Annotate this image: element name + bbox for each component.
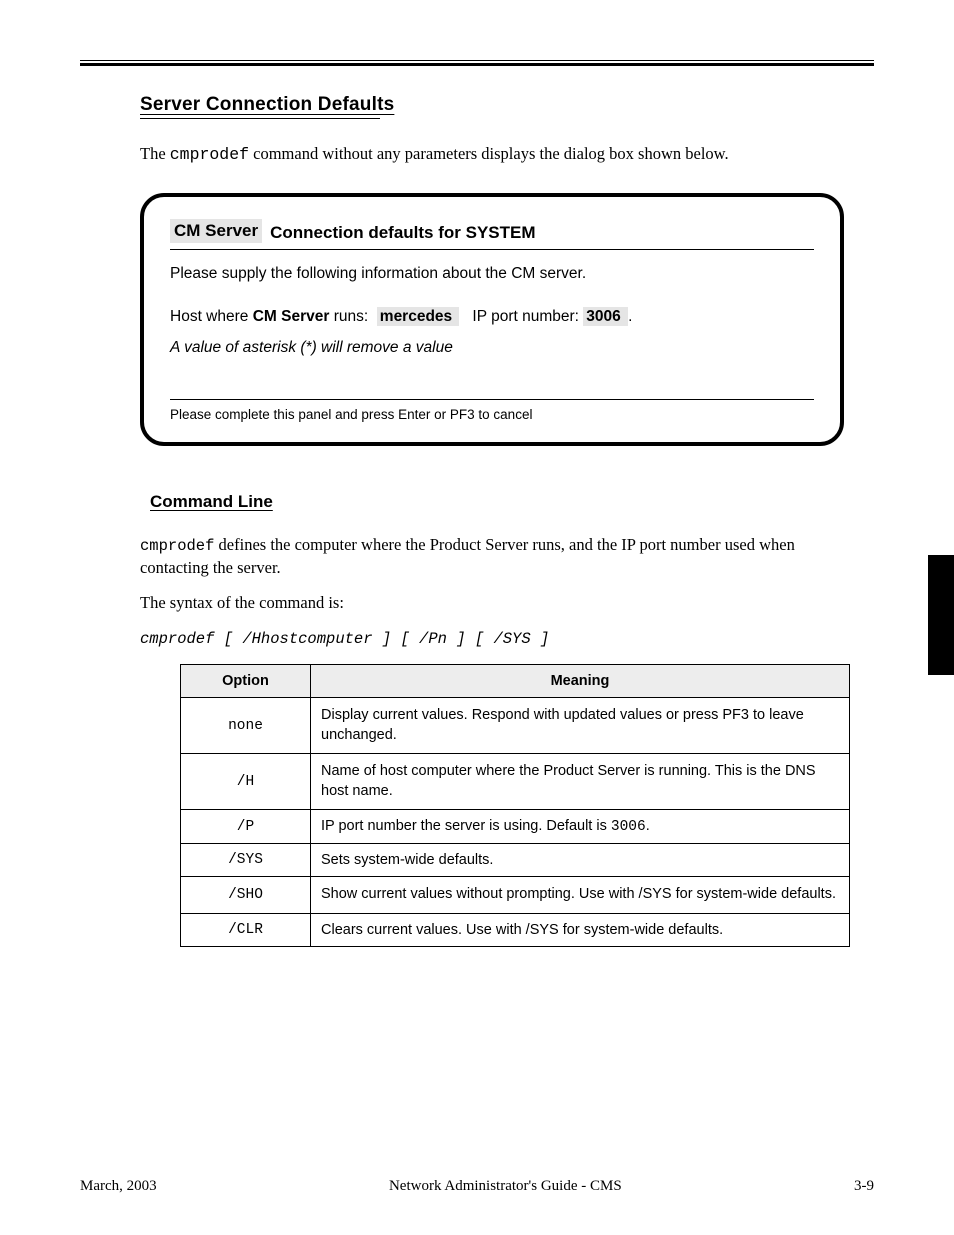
dialog-title-row: CM Server Connection defaults for SYSTEM — [170, 219, 814, 250]
th-meaning: Meaning — [311, 664, 850, 697]
dialog-body: Please supply the following information … — [170, 264, 814, 424]
table-row: /SHO Show current values without prompti… — [181, 877, 850, 914]
inline-command: cmprodef — [170, 145, 249, 164]
host-field[interactable]: mercedes — [377, 307, 460, 326]
footer-left: March, 2003 — [80, 1178, 157, 1195]
cell-text: IP port number the server is using. Defa… — [321, 818, 611, 834]
port-label: IP port number: — [472, 308, 583, 325]
table-row: /SYS Sets system-wide defaults. — [181, 844, 850, 877]
subsection-title: Command Line — [150, 492, 874, 512]
cmd-name: cmprodef — [140, 537, 214, 555]
table-header-row: Option Meaning — [181, 664, 850, 697]
section-title: Server Connection Defaults — [140, 94, 874, 116]
host-product: CM Server — [253, 308, 330, 325]
dialog-note: A value of asterisk (*) will remove a va… — [170, 338, 814, 359]
cell-meaning: Name of host computer where the Product … — [311, 754, 850, 810]
top-horizontal-rule — [80, 60, 874, 66]
table-row: /H Name of host computer where the Produ… — [181, 754, 850, 810]
paragraph-1: cmprodef defines the computer where the … — [140, 534, 864, 578]
cell-option: /CLR — [181, 913, 311, 946]
table-row: /P IP port number the server is using. D… — [181, 810, 850, 844]
document-page: Server Connection Defaults The cmprodef … — [0, 0, 954, 1235]
cell-meaning: Show current values without prompting. U… — [311, 877, 850, 914]
cell-meaning: Display current values. Respond with upd… — [311, 697, 850, 753]
table-row: /CLR Clears current values. Use with /SY… — [181, 913, 850, 946]
dialog-footnote: Please complete this panel and press Ent… — [170, 406, 814, 424]
dialog-user: SYSTEM — [466, 223, 536, 242]
dialog-title-plain: Connection defaults for SYSTEM — [270, 223, 535, 243]
cell-option: /H — [181, 754, 311, 810]
dialog-panel: CM Server Connection defaults for SYSTEM… — [140, 193, 844, 446]
dialog-instruction: Please supply the following information … — [170, 264, 814, 285]
command-syntax: cmprodef [ /Hhostcomputer ] [ /Pn ] [ /S… — [140, 627, 864, 650]
intro-paragraph: The cmprodef command without any paramet… — [140, 143, 864, 165]
footer-center: Network Administrator's Guide - CMS — [389, 1178, 622, 1195]
options-table: Option Meaning none Display current valu… — [180, 664, 850, 947]
page-edge-tab — [928, 555, 954, 675]
cell-option: none — [181, 697, 311, 753]
th-option: Option — [181, 664, 311, 697]
command-syntax-text: cmprodef [ /Hhostcomputer ] [ /Pn ] [ /S… — [140, 630, 549, 648]
table-row: none Display current values. Respond wit… — [181, 697, 850, 753]
section-title-underline — [140, 118, 380, 119]
dialog-bottom-rule — [170, 399, 814, 400]
dialog-title-highlight: CM Server — [170, 219, 262, 243]
paragraph-1-text: defines the computer where the Product S… — [140, 535, 795, 577]
cell-option: /SYS — [181, 844, 311, 877]
port-field[interactable]: 3006 — [583, 307, 628, 326]
cell-meaning: Sets system-wide defaults. — [311, 844, 850, 877]
cell-text-post: . — [646, 818, 650, 834]
cell-meaning: Clears current values. Use with /SYS for… — [311, 913, 850, 946]
cell-option: /P — [181, 810, 311, 844]
paragraph-2: The syntax of the command is: — [140, 592, 864, 613]
cell-mono: 3006 — [611, 819, 646, 835]
cell-option: /SHO — [181, 877, 311, 914]
host-label-prefix: Host where — [170, 308, 253, 325]
dialog-host-row: Host where CM Server runs: mercedes IP p… — [170, 307, 814, 328]
footer-right: 3-9 — [854, 1178, 874, 1195]
dialog-title-text: Connection defaults for — [270, 223, 461, 242]
page-footer: March, 2003 Network Administrator's Guid… — [80, 1178, 874, 1195]
cell-meaning: IP port number the server is using. Defa… — [311, 810, 850, 844]
host-label-suffix: runs: — [329, 308, 368, 325]
